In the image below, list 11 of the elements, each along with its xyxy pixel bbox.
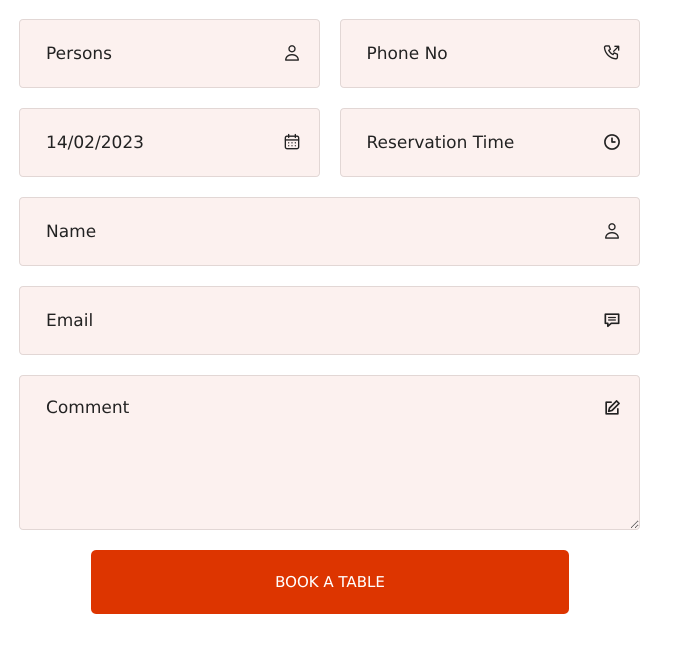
phone-field[interactable]: Phone No bbox=[340, 19, 640, 88]
book-table-button[interactable]: BOOK A TABLE bbox=[91, 550, 569, 614]
time-field[interactable]: Reservation Time bbox=[340, 108, 640, 177]
clock-icon bbox=[602, 132, 622, 152]
email-field[interactable]: Email bbox=[19, 286, 640, 355]
persons-field[interactable]: Persons bbox=[19, 19, 320, 88]
person-icon bbox=[602, 221, 622, 241]
date-field[interactable]: 14/02/2023 bbox=[19, 108, 320, 177]
name-field[interactable]: Name bbox=[19, 197, 640, 266]
calendar-icon bbox=[282, 132, 302, 152]
comment-field[interactable]: Comment bbox=[19, 375, 640, 530]
